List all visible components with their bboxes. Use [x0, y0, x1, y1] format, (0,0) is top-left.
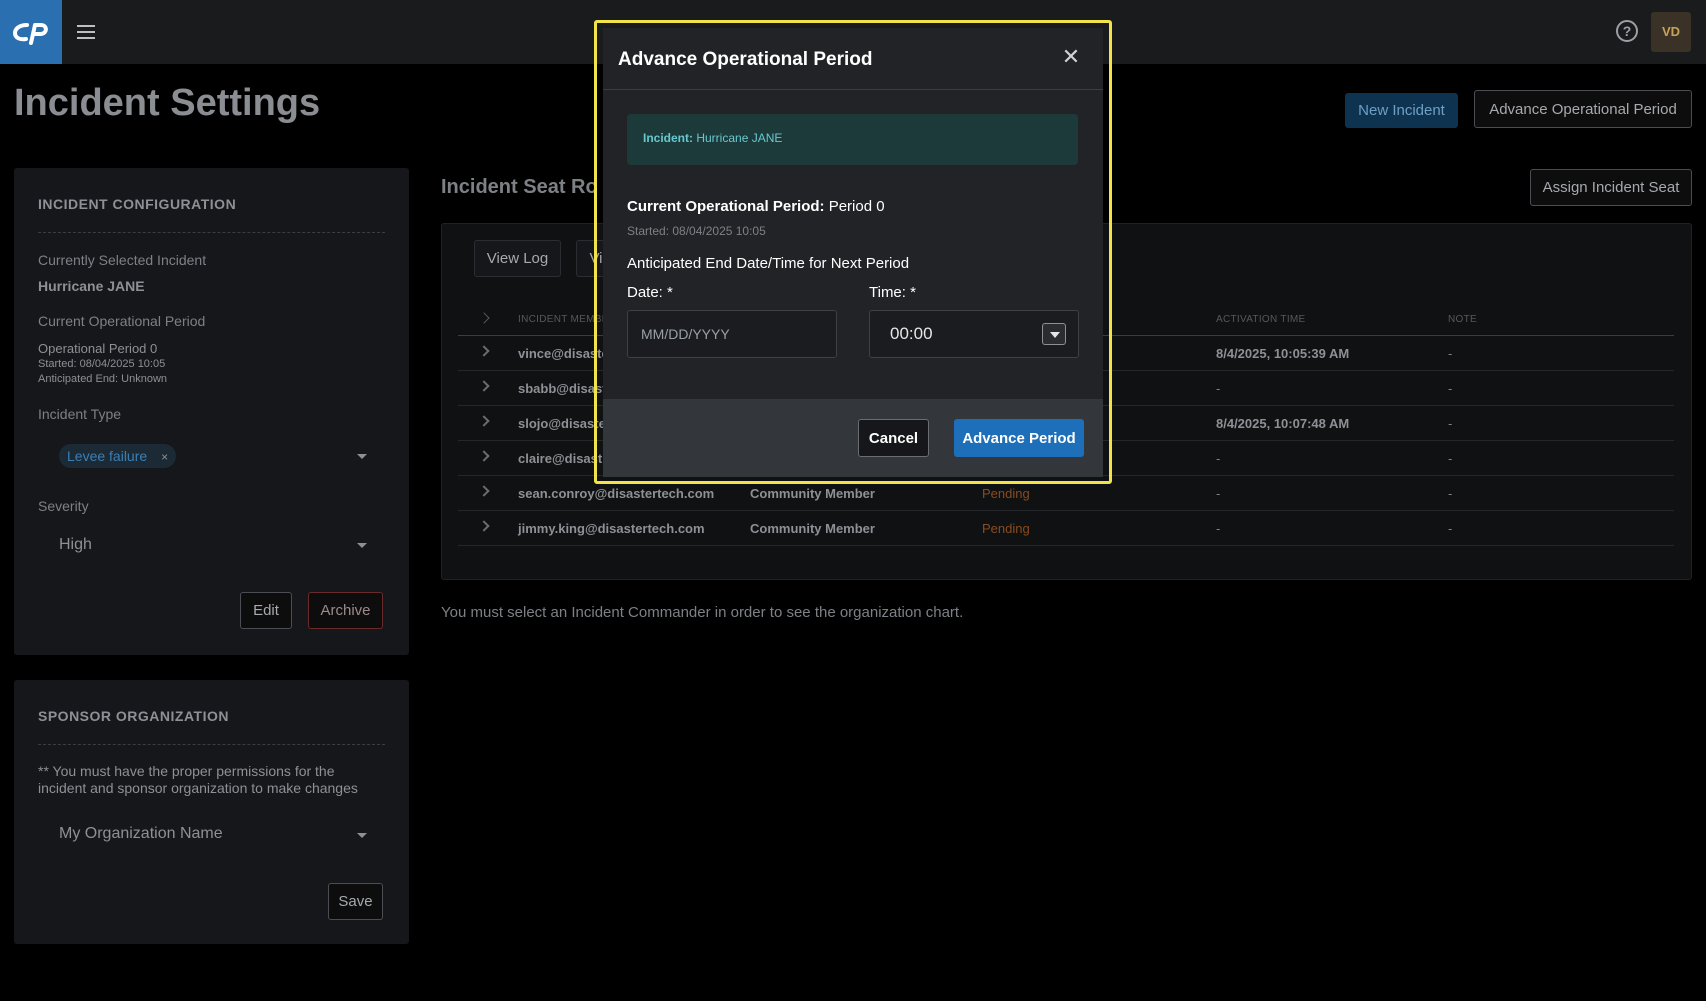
modal-divider: [603, 89, 1103, 90]
chevron-right-icon[interactable]: [478, 415, 490, 427]
incident-banner: Incident: Hurricane JANE: [627, 114, 1078, 165]
note: -: [1448, 521, 1453, 536]
selected-incident-label: Currently Selected Incident: [38, 252, 207, 268]
page-title: Incident Settings: [14, 82, 321, 124]
activation-time: 8/4/2025, 10:07:48 AM: [1216, 416, 1350, 431]
card-title: SPONSOR ORGANIZATION: [38, 708, 229, 724]
archive-button[interactable]: Archive: [308, 592, 383, 629]
permissions-note-line2: incident and sponsor organization to mak…: [38, 780, 358, 796]
sponsor-dropdown-icon[interactable]: [357, 833, 367, 838]
chip-label: Levee failure: [67, 448, 148, 464]
incident-type-dropdown-icon[interactable]: [357, 454, 367, 459]
next-period-heading: Anticipated End Date/Time for Next Perio…: [627, 255, 910, 272]
status-badge: Pending: [982, 521, 1030, 536]
avatar[interactable]: VD: [1651, 12, 1691, 52]
period-started: Started: 08/04/2025 10:05: [627, 224, 766, 238]
help-circle-icon[interactable]: ?: [1616, 20, 1638, 42]
chevron-right-icon[interactable]: [478, 450, 490, 462]
severity-label: Severity: [38, 498, 89, 514]
view-log-button[interactable]: View Log: [474, 240, 561, 277]
chevron-down-icon[interactable]: [1042, 323, 1066, 345]
member-role: Community Member: [750, 521, 875, 536]
new-incident-button[interactable]: New Incident: [1345, 93, 1458, 128]
modal-footer: Cancel Advance Period: [603, 399, 1103, 477]
current-period-value: Period 0: [828, 198, 885, 215]
incident-type-chip: Levee failure ×: [59, 444, 177, 468]
edit-button[interactable]: Edit: [240, 592, 292, 629]
sponsor-organization-select[interactable]: My Organization Name: [59, 825, 223, 843]
note: -: [1448, 416, 1453, 431]
roster-title: Incident Seat Ro: [441, 176, 598, 198]
note: -: [1448, 486, 1453, 501]
selected-incident-value: Hurricane JANE: [38, 278, 145, 294]
incident-configuration-card: INCIDENT CONFIGURATION Currently Selecte…: [14, 168, 409, 655]
note: -: [1448, 451, 1453, 466]
permissions-note-line1: ** You must have the proper permissions …: [38, 763, 335, 779]
org-chart-note: You must select an Incident Commander in…: [441, 604, 964, 621]
divider: [38, 744, 385, 745]
time-value: 00:00: [890, 324, 933, 343]
incident-type-label: Incident Type: [38, 406, 122, 422]
incident-banner-label: Incident:: [643, 131, 693, 145]
assign-incident-seat-button[interactable]: Assign Incident Seat: [1530, 169, 1692, 206]
cp-logo-icon[interactable]: [0, 0, 62, 64]
time-field[interactable]: 00:00: [869, 310, 1079, 358]
table-row[interactable]: jimmy.king@disastertech.com Community Me…: [458, 511, 1674, 546]
logo-mark: [12, 23, 48, 45]
sponsor-organization-card: SPONSOR ORGANIZATION ** You must have th…: [14, 680, 409, 944]
time-label: Time: *: [869, 284, 916, 301]
period-started: Started: 08/04/2025 10:05: [38, 358, 166, 370]
save-button[interactable]: Save: [328, 883, 383, 920]
activation-time: -: [1216, 486, 1221, 501]
close-icon[interactable]: ✕: [1058, 44, 1084, 70]
current-period-label: Current Operational Period:: [627, 198, 825, 215]
column-header-activation-time: ACTIVATION TIME: [1216, 314, 1306, 325]
hamburger-menu-icon[interactable]: [72, 18, 100, 46]
advance-operational-period-button[interactable]: Advance Operational Period: [1474, 90, 1692, 128]
member-email: jimmy.king@disastertech.com: [518, 521, 705, 536]
date-field[interactable]: MM/DD/YYYY: [627, 310, 837, 358]
modal-title: Advance Operational Period: [618, 49, 873, 70]
member-email: sean.conroy@disastertech.com: [518, 486, 715, 501]
period-anticipated-end: Anticipated End: Unknown: [38, 373, 168, 385]
member-email: claire@disast: [518, 451, 603, 466]
cancel-button[interactable]: Cancel: [858, 419, 929, 457]
activation-time: -: [1216, 521, 1221, 536]
chevron-right-icon[interactable]: [478, 345, 490, 357]
advance-period-button[interactable]: Advance Period: [954, 419, 1084, 457]
activation-time: -: [1216, 451, 1221, 466]
member-role: Community Member: [750, 486, 875, 501]
activation-time: 8/4/2025, 10:05:39 AM: [1216, 346, 1350, 361]
severity-select[interactable]: High: [59, 536, 92, 554]
activation-time: -: [1216, 381, 1221, 396]
card-title: INCIDENT CONFIGURATION: [38, 196, 237, 212]
chip-remove-icon[interactable]: ×: [161, 450, 168, 464]
note: -: [1448, 346, 1453, 361]
severity-dropdown-icon[interactable]: [357, 543, 367, 548]
chevron-right-icon[interactable]: [478, 485, 490, 497]
current-period: Current Operational Period: Period 0: [627, 198, 885, 215]
incident-banner-value: Hurricane JANE: [696, 131, 783, 145]
current-period-value: Operational Period 0: [38, 341, 158, 356]
advance-period-modal: Advance Operational Period ✕ Incident: H…: [603, 28, 1103, 477]
chevron-right-icon[interactable]: [478, 520, 490, 532]
date-label: Date: *: [627, 284, 673, 301]
divider: [38, 232, 385, 233]
current-period-label: Current Operational Period: [38, 313, 206, 329]
status-badge: Pending: [982, 486, 1030, 501]
chevron-right-icon[interactable]: [478, 380, 490, 392]
column-header-note: NOTE: [1448, 314, 1477, 325]
note: -: [1448, 381, 1453, 396]
